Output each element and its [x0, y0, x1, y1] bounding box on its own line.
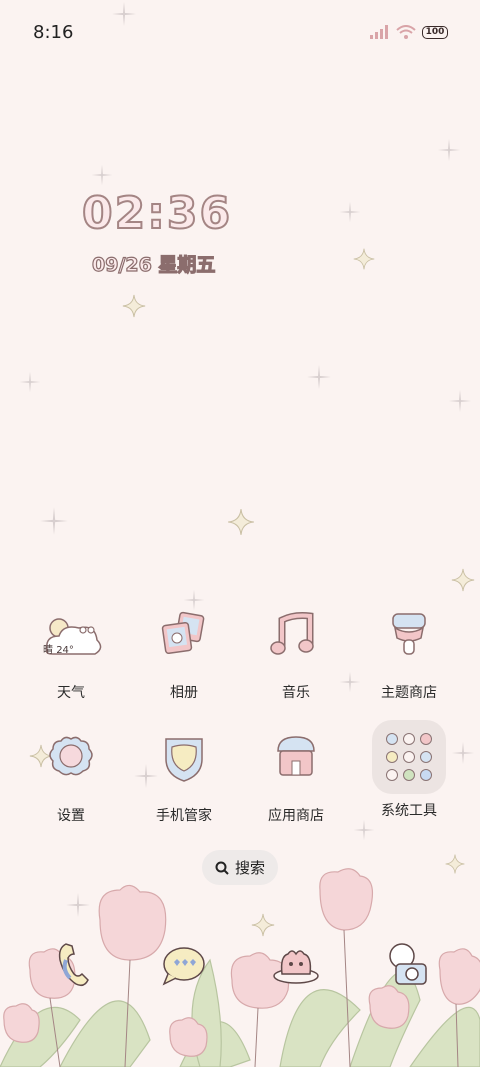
app-label: 音乐 — [282, 685, 310, 701]
app-label: 主题商店 — [381, 685, 437, 701]
mini-app-icon — [419, 733, 432, 745]
camera-icon — [389, 943, 427, 985]
app-label: 天气 — [57, 685, 85, 701]
music-icon — [264, 610, 328, 674]
weather-condition: 晴 — [43, 645, 53, 656]
mini-app-icon — [402, 751, 415, 763]
sparkle-icon — [228, 509, 254, 535]
messages-icon — [162, 947, 205, 986]
app-store-icon — [264, 733, 328, 797]
dock-camera[interactable] — [382, 940, 436, 990]
sparkle-icon — [19, 371, 41, 393]
status-time: 8:16 — [33, 22, 74, 43]
mini-app-icon — [386, 733, 399, 745]
app-label: 相册 — [170, 685, 198, 701]
dock-phone[interactable] — [52, 940, 92, 990]
sparkle-icon — [112, 2, 136, 26]
phone-icon — [58, 943, 89, 987]
wifi-icon — [396, 25, 416, 39]
signal-icon — [370, 25, 388, 39]
theme-store-icon — [377, 610, 441, 674]
sparkle-icon — [451, 568, 475, 592]
sparkle-icon — [122, 294, 146, 318]
app-label: 应用商店 — [268, 808, 324, 824]
sparkle-icon — [307, 365, 331, 389]
app-label: 系统工具 — [381, 803, 437, 819]
clock-widget-time[interactable]: 02:36 — [81, 187, 232, 240]
mini-app-icon — [386, 751, 399, 763]
weather-temp: 24° — [56, 645, 74, 656]
sparkle-icon — [40, 507, 68, 535]
sparkle-icon — [353, 248, 375, 270]
battery-icon: 100 — [422, 25, 448, 39]
app-weather[interactable]: 晴 24° 天气 — [21, 610, 121, 702]
folder-system-tools[interactable]: 系统工具 — [359, 720, 459, 820]
sparkle-icon — [448, 389, 472, 413]
app-phone-manager[interactable]: 手机管家 — [134, 733, 234, 825]
app-app-store[interactable]: 应用商店 — [246, 733, 346, 825]
app-gallery[interactable]: 相册 — [134, 610, 234, 702]
app-label: 手机管家 — [156, 808, 212, 824]
app-theme-store[interactable]: 主题商店 — [359, 610, 459, 702]
sparkle-icon — [91, 164, 113, 186]
mini-app-icon — [419, 769, 432, 781]
settings-icon — [39, 733, 103, 797]
sparkle-icon — [339, 201, 361, 223]
browser-icon — [273, 950, 319, 984]
phone-manager-icon — [152, 733, 216, 797]
mini-app-icon — [402, 733, 415, 745]
clock-widget-date: 09/26 星期五 — [91, 253, 216, 276]
dock-messages[interactable] — [160, 942, 208, 988]
dock-browser[interactable] — [270, 944, 322, 986]
sparkle-icon — [353, 819, 375, 841]
mini-app-icon — [386, 769, 399, 781]
sparkle-icon — [437, 138, 461, 162]
mini-app-icon — [402, 769, 415, 781]
status-icons: 100 — [370, 25, 448, 39]
gallery-icon — [152, 610, 216, 674]
system-tools-folder — [372, 720, 446, 794]
app-settings[interactable]: 设置 — [21, 733, 121, 825]
sparkle-icon — [183, 589, 205, 611]
app-label: 设置 — [57, 808, 85, 824]
weather-icon: 晴 24° — [39, 610, 103, 674]
mini-app-icon — [419, 751, 432, 763]
app-music[interactable]: 音乐 — [246, 610, 346, 702]
